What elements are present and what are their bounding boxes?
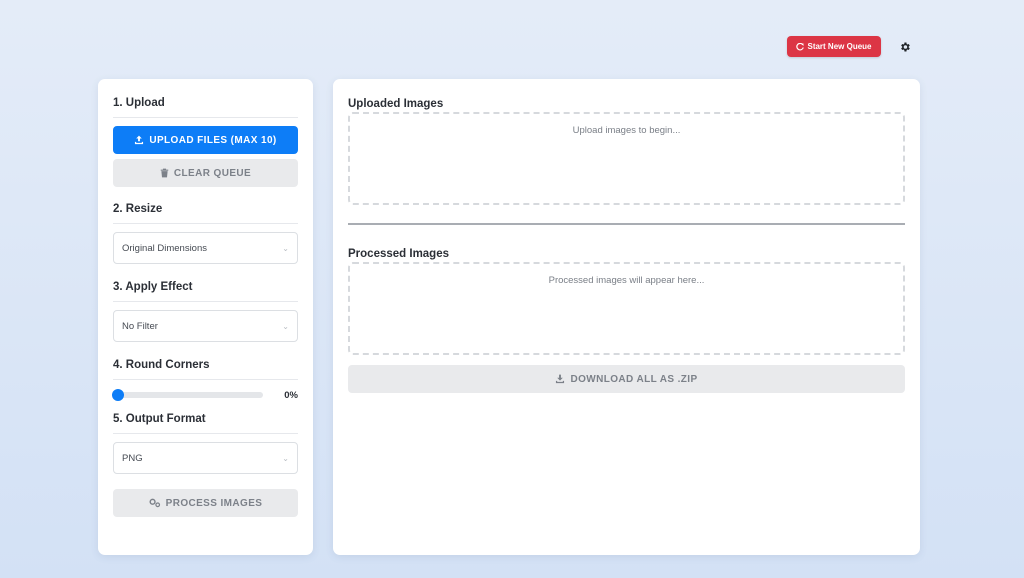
uploaded-images-placeholder: Upload images to begin... <box>572 125 681 136</box>
round-corners-title: 4. Round Corners <box>113 359 210 371</box>
start-new-queue-button[interactable]: Start New Queue <box>787 36 881 57</box>
processed-images-title: Processed Images <box>348 248 450 260</box>
images-panel: Uploaded Images Upload images to begin..… <box>333 79 920 555</box>
round-corners-section-header: 4. Round Corners <box>113 342 298 380</box>
processed-images-area: Processed images will appear here... <box>348 262 905 355</box>
download-icon <box>556 374 565 384</box>
resize-title: 2. Resize <box>113 203 163 215</box>
chevron-down-icon: ⌄ <box>282 321 289 331</box>
refresh-icon <box>796 42 805 50</box>
chevron-down-icon: ⌄ <box>282 453 289 463</box>
upload-title: 1. Upload <box>113 97 165 109</box>
resize-section-header: 2. Resize <box>113 187 298 224</box>
top-bar: Start New Queue <box>787 36 911 57</box>
round-corners-control: 0% <box>112 387 298 403</box>
round-corners-value: 0% <box>284 389 298 401</box>
uploaded-images-title: Uploaded Images <box>348 98 444 110</box>
gears-icon <box>149 498 160 508</box>
gear-icon[interactable] <box>899 41 911 53</box>
resize-select[interactable]: Original Dimensions ⌄ <box>113 232 298 264</box>
chevron-down-icon: ⌄ <box>282 243 289 253</box>
upload-section-header: 1. Upload <box>113 79 298 118</box>
settings-panel: 1. Upload UPLOAD FILES (MAX 10) CLEAR QU… <box>98 79 313 555</box>
effect-title: 3. Apply Effect <box>113 281 193 293</box>
resize-selected: Original Dimensions <box>122 242 208 254</box>
processed-images-header: Processed Images <box>348 225 905 262</box>
clear-queue-label: CLEAR QUEUE <box>173 167 252 179</box>
effect-selected: No Filter <box>122 320 158 332</box>
round-corners-slider[interactable] <box>112 389 263 401</box>
slider-thumb[interactable] <box>112 389 124 401</box>
processed-images-placeholder: Processed images will appear here... <box>548 275 705 286</box>
output-format-section-header: 5. Output Format <box>113 403 298 434</box>
upload-icon <box>135 135 144 145</box>
download-zip-button[interactable]: DOWNLOAD ALL AS .ZIP <box>348 365 905 393</box>
download-zip-label: DOWNLOAD ALL AS .ZIP <box>570 373 698 385</box>
uploaded-images-header: Uploaded Images <box>348 79 905 112</box>
trash-icon <box>160 168 169 178</box>
effect-select[interactable]: No Filter ⌄ <box>113 310 298 342</box>
uploaded-images-dropzone[interactable]: Upload images to begin... <box>348 112 905 205</box>
output-format-title: 5. Output Format <box>113 413 206 425</box>
process-images-button[interactable]: PROCESS IMAGES <box>113 489 298 517</box>
effect-section-header: 3. Apply Effect <box>113 264 298 302</box>
upload-files-label: UPLOAD FILES (MAX 10) <box>149 134 277 146</box>
start-new-queue-label: Start New Queue <box>807 42 872 51</box>
output-format-selected: PNG <box>122 452 143 464</box>
upload-files-button[interactable]: UPLOAD FILES (MAX 10) <box>113 126 298 154</box>
output-format-select[interactable]: PNG ⌄ <box>113 442 298 474</box>
clear-queue-button[interactable]: CLEAR QUEUE <box>113 159 298 187</box>
process-images-label: PROCESS IMAGES <box>165 497 263 509</box>
